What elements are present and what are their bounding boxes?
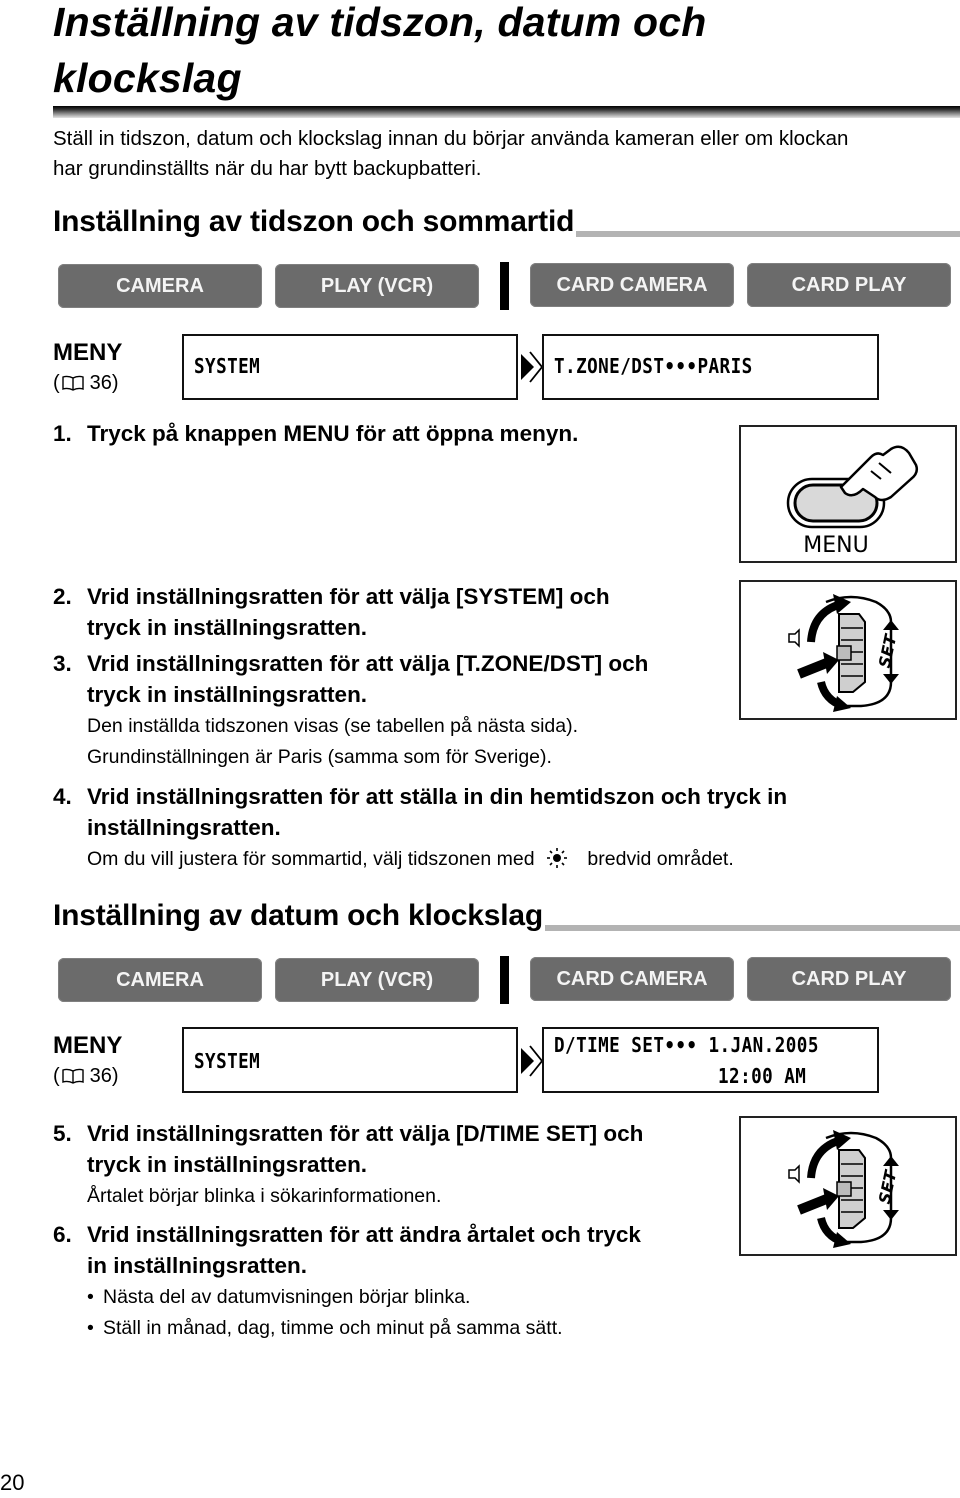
double-chevron-right-icon xyxy=(521,351,542,383)
mode-card-camera-button[interactable]: CARD CAMERA xyxy=(530,263,734,307)
mode-separator xyxy=(500,956,509,1004)
menu-box-date-time-line-2: 12:00 AM xyxy=(718,1064,807,1088)
step-text: Tryck på knappen MENU för att öppna meny… xyxy=(87,421,579,446)
step-text-line-1: Vrid inställningsratten för att ställa i… xyxy=(87,784,788,809)
ref-page-number: 36) xyxy=(89,1065,119,1087)
step-number: 3. xyxy=(53,651,72,676)
menu-button-hand-icon: MENU xyxy=(786,445,919,558)
step-4-note: Om du vill justera för sommartid, välj t… xyxy=(87,844,734,875)
section-title-timezone: Inställning av tidszon och sommartid xyxy=(53,204,577,240)
menu-box-tzone: T.ZONE/DST•••PARIS xyxy=(542,334,879,400)
mode-camera-button[interactable]: CAMERA xyxy=(58,958,262,1002)
mode-card-play-button[interactable]: CARD PLAY xyxy=(747,957,951,1001)
menu-box-date-time: D/TIME SET••• 1.JAN.2005 12:00 AM xyxy=(542,1027,879,1093)
page-number: 20 xyxy=(0,1470,25,1495)
mode-card-camera-button[interactable]: CARD CAMERA xyxy=(530,957,734,1001)
step-number: 6. xyxy=(53,1222,72,1247)
step-text-line-2: tryck in inställningsratten. xyxy=(87,1152,368,1177)
step-text-line-1: Vrid inställningsratten för att välja [T… xyxy=(87,651,649,676)
mode-separator xyxy=(500,262,509,310)
bullet-icon: • xyxy=(87,1317,94,1339)
step-6-bullet-1: • Nästa del av datumvisningen börjar bli… xyxy=(87,1282,471,1313)
note-text-before: Om du vill justera för sommartid, välj t… xyxy=(87,848,535,870)
step-6: 6. Vrid inställningsratten för att ändra… xyxy=(53,1219,753,1281)
step-5: 5. Vrid inställningsratten för att välja… xyxy=(53,1118,753,1180)
step-number: 4. xyxy=(53,784,72,809)
note-text-after: bredvid området. xyxy=(587,848,734,870)
mode-play-vcr-button[interactable]: PLAY (VCR) xyxy=(275,958,479,1002)
menu-box-system-text: SYSTEM xyxy=(194,1049,261,1073)
page-title-line-1: Inställning av tidszon, datum och xyxy=(53,0,707,45)
set-dial-icon: SET xyxy=(788,594,901,712)
step-2: 2. Vrid inställningsratten för att välja… xyxy=(53,581,753,643)
ref-page-number: 36) xyxy=(89,372,119,394)
menu-box-system-text: SYSTEM xyxy=(194,354,261,378)
intro-line-1: Ställ in tidszon, datum och klockslag in… xyxy=(53,127,849,150)
section-title-date-time: Inställning av datum och klockslag xyxy=(53,898,545,934)
step-4: 4. Vrid inställningsratten för att ställ… xyxy=(53,781,933,843)
intro-line-2: har grundinställts när du har bytt backu… xyxy=(53,157,482,180)
set-label: SET xyxy=(875,1168,901,1206)
menu-box-tzone-text: T.ZONE/DST•••PARIS xyxy=(554,354,753,378)
intro-paragraph: Ställ in tidszon, datum och klockslag in… xyxy=(53,124,953,184)
mode-card-play-button[interactable]: CARD PLAY xyxy=(747,263,951,307)
ref-paren: ( xyxy=(53,372,60,394)
step-3: 3. Vrid inställningsratten för att välja… xyxy=(53,648,753,710)
step-text-line-1: Vrid inställningsratten för att välja [S… xyxy=(87,584,610,609)
step-text-line-2: tryck in inställningsratten. xyxy=(87,615,368,640)
step-3-note-2: Grundinställningen är Paris (samma som f… xyxy=(87,746,552,768)
set-dial-illustration: SET xyxy=(739,580,957,720)
double-chevron-right-icon xyxy=(521,1045,542,1077)
step-text-line-1: Vrid inställningsratten för att välja [D… xyxy=(87,1121,644,1146)
page-title-line-2: klockslag xyxy=(53,55,242,101)
book-icon xyxy=(61,1068,84,1084)
menu-box-system: SYSTEM xyxy=(182,334,518,400)
step-text-line-2: in inställningsratten. xyxy=(87,1253,308,1278)
mode-play-vcr-button[interactable]: PLAY (VCR) xyxy=(275,264,479,308)
menu-label: MENY xyxy=(53,1032,123,1059)
menu-label: MENY xyxy=(53,339,123,366)
step-number: 2. xyxy=(53,584,72,609)
menu-button-illustration: MENU xyxy=(739,425,957,563)
bullet-text: Ställ in månad, dag, timme och minut på … xyxy=(103,1317,563,1339)
step-5-note: Årtalet börjar blinka i sökarinformation… xyxy=(87,1185,442,1207)
set-dial-icon: SET xyxy=(788,1130,901,1248)
step-1: 1. Tryck på knappen MENU för att öppna m… xyxy=(53,418,753,449)
menu-page-reference[interactable]: ( 36) xyxy=(53,1063,119,1089)
book-icon xyxy=(61,375,84,391)
mode-camera-button[interactable]: CAMERA xyxy=(58,264,262,308)
step-number: 5. xyxy=(53,1121,72,1146)
step-text-line-1: Vrid inställningsratten för att ändra år… xyxy=(87,1222,641,1247)
set-label: SET xyxy=(875,632,901,670)
sun-icon xyxy=(547,848,567,868)
menu-box-date-time-line-1: D/TIME SET••• 1.JAN.2005 xyxy=(554,1033,819,1057)
title-divider xyxy=(53,106,960,118)
menu-box-system: SYSTEM xyxy=(182,1027,518,1093)
step-text-line-2: inställningsratten. xyxy=(87,815,281,840)
bullet-icon: • xyxy=(87,1286,94,1308)
page-title: Inställning av tidszon, datum och klocks… xyxy=(53,0,913,106)
step-6-bullet-2: • Ställ in månad, dag, timme och minut p… xyxy=(87,1313,563,1344)
step-3-note-1: Den inställda tidszonen visas (se tabell… xyxy=(87,715,579,737)
menu-figure-label: MENU xyxy=(803,533,868,558)
step-number: 1. xyxy=(53,421,72,446)
set-dial-illustration: SET xyxy=(739,1116,957,1256)
ref-paren: ( xyxy=(53,1065,60,1087)
step-text-line-2: tryck in inställningsratten. xyxy=(87,682,368,707)
menu-page-reference[interactable]: ( 36) xyxy=(53,370,119,396)
bullet-text: Nästa del av datumvisningen börjar blink… xyxy=(103,1286,471,1308)
